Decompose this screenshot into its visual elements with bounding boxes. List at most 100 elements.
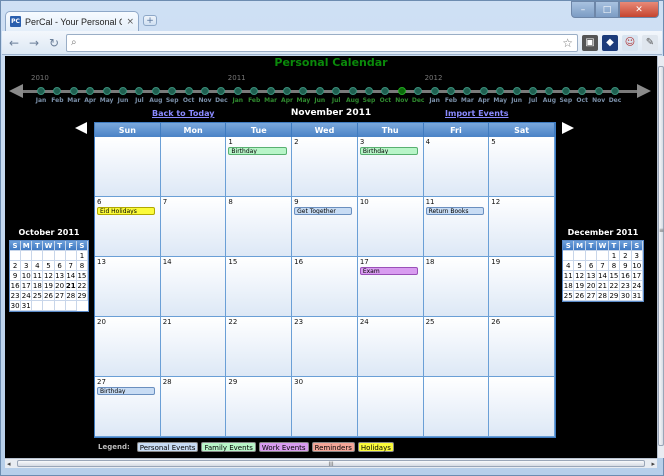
timeline-next-arrow-icon[interactable] xyxy=(637,84,651,98)
day-cell[interactable]: 11 Return Books xyxy=(423,197,490,257)
timeline-month-label[interactable]: May xyxy=(491,97,509,104)
extension-shield-icon[interactable]: ◆ xyxy=(602,34,618,51)
timeline-month-label[interactable]: Dec xyxy=(212,97,230,104)
timeline-month-dot[interactable] xyxy=(332,87,341,95)
event-item[interactable]: Birthday xyxy=(97,387,156,395)
mini-day[interactable]: 11 xyxy=(563,271,575,281)
scroll-right-icon[interactable]: ▸ xyxy=(651,460,655,468)
mini-day[interactable]: 20 xyxy=(585,281,598,291)
day-cell[interactable]: 14 xyxy=(160,257,227,317)
mini-day[interactable]: 12 xyxy=(574,271,586,281)
legend-item[interactable]: Personal Events xyxy=(136,442,199,452)
timeline-month-dot[interactable] xyxy=(250,87,259,95)
day-cell[interactable]: 26 xyxy=(489,317,555,377)
mini-day[interactable]: 4 xyxy=(563,261,575,271)
minimize-button[interactable]: – xyxy=(571,1,595,18)
timeline-month-label[interactable]: Jul xyxy=(524,97,542,104)
mini-day[interactable]: 15 xyxy=(608,271,621,281)
maximize-button[interactable]: □ xyxy=(595,1,619,18)
mini-day[interactable] xyxy=(54,301,66,311)
day-cell[interactable]: 27 Birthday xyxy=(95,377,161,437)
timeline-month-label[interactable]: Mar xyxy=(262,97,280,104)
day-cell[interactable] xyxy=(423,377,490,437)
timeline-month-label[interactable]: Jul xyxy=(130,97,148,104)
day-cell[interactable]: 20 xyxy=(95,317,161,377)
timeline-month-dot[interactable] xyxy=(397,87,406,95)
timeline-month-dot[interactable] xyxy=(430,87,439,95)
mini-day[interactable] xyxy=(43,301,55,311)
timeline-month-dot[interactable] xyxy=(496,87,505,95)
timeline-month-label[interactable]: Nov xyxy=(196,97,214,104)
mini-day[interactable]: 30 xyxy=(10,301,22,311)
timeline-month-dot[interactable] xyxy=(512,87,521,95)
day-cell[interactable] xyxy=(489,377,555,437)
mini-day[interactable]: 13 xyxy=(585,271,598,281)
timeline-month-dot[interactable] xyxy=(37,87,45,95)
mini-day[interactable]: 6 xyxy=(54,261,66,271)
timeline-month-dot[interactable] xyxy=(315,87,324,95)
back-arrow-icon[interactable]: ← xyxy=(6,35,22,51)
mini-day[interactable]: 28 xyxy=(597,291,609,301)
mini-day[interactable]: 29 xyxy=(608,291,621,301)
profile-icon[interactable]: ☺ xyxy=(622,34,638,51)
day-cell[interactable]: 13 xyxy=(95,257,161,317)
day-cell[interactable]: 15 xyxy=(226,257,293,317)
day-cell[interactable]: 28 xyxy=(160,377,227,437)
timeline-month-label[interactable]: Apr xyxy=(81,97,99,104)
timeline-month-dot[interactable] xyxy=(86,87,95,95)
mini-day[interactable] xyxy=(65,301,77,311)
mini-day[interactable]: 4 xyxy=(32,261,44,271)
mini-day[interactable]: 23 xyxy=(620,281,632,291)
timeline-month-label[interactable]: Feb xyxy=(48,97,66,104)
timeline-month-label[interactable]: Oct xyxy=(180,97,198,104)
day-cell[interactable]: 25 xyxy=(423,317,490,377)
timeline-month-label[interactable]: Feb xyxy=(245,97,263,104)
legend-item[interactable]: Reminders xyxy=(311,442,355,452)
timeline-month-label[interactable]: Nov xyxy=(393,97,411,104)
mini-day[interactable] xyxy=(32,301,44,311)
timeline-month-label[interactable]: Oct xyxy=(573,97,591,104)
day-cell[interactable]: 16 xyxy=(292,257,358,317)
mini-day[interactable]: 9 xyxy=(620,261,632,271)
event-item[interactable]: Birthday xyxy=(228,147,287,155)
mini-day[interactable]: 31 xyxy=(21,301,33,311)
day-cell[interactable]: 18 xyxy=(423,257,490,317)
mini-day[interactable]: 27 xyxy=(54,291,66,301)
day-cell[interactable] xyxy=(95,137,161,197)
mini-day[interactable]: 23 xyxy=(10,291,22,301)
mini-day[interactable]: 30 xyxy=(620,291,632,301)
legend-item[interactable]: Family Events xyxy=(201,442,256,452)
mini-day[interactable] xyxy=(65,251,77,261)
timeline-month-label[interactable]: Apr xyxy=(475,97,493,104)
event-item[interactable]: Return Books xyxy=(425,207,484,215)
timeline-month-dot[interactable] xyxy=(201,87,209,95)
day-cell[interactable]: 9 Get Together xyxy=(292,197,358,257)
day-cell[interactable]: 7 xyxy=(160,197,227,257)
vertical-scroll-thumb[interactable]: ≡ xyxy=(658,66,664,446)
mini-day[interactable]: 13 xyxy=(54,271,66,281)
mini-day[interactable]: 19 xyxy=(43,281,55,291)
mini-day[interactable]: 9 xyxy=(10,271,22,281)
day-cell[interactable]: 23 xyxy=(292,317,358,377)
bookmark-star-icon[interactable]: ☆ xyxy=(562,36,573,50)
mini-day[interactable]: 12 xyxy=(43,271,55,281)
timeline-month-dot[interactable] xyxy=(414,87,423,95)
timeline-month-dot[interactable] xyxy=(283,87,291,95)
timeline-month-label[interactable]: Sep xyxy=(360,97,378,104)
timeline-month-dot[interactable] xyxy=(266,87,275,95)
timeline-month-label[interactable]: Jun xyxy=(508,97,526,104)
mini-day[interactable] xyxy=(43,251,55,261)
day-cell[interactable]: 10 xyxy=(357,197,424,257)
timeline-month-dot[interactable] xyxy=(545,87,554,95)
timeline-month-dot[interactable] xyxy=(479,87,488,95)
timeline-month-label[interactable]: Jan xyxy=(32,97,50,104)
timeline-month-dot[interactable] xyxy=(299,87,308,95)
mini-day[interactable]: 26 xyxy=(574,291,586,301)
mini-day[interactable]: 22 xyxy=(608,281,621,291)
mini-day[interactable]: 2 xyxy=(10,261,22,271)
timeline-month-dot[interactable] xyxy=(611,87,619,95)
timeline-month-label[interactable]: Sep xyxy=(557,97,575,104)
timeline-month-dot[interactable] xyxy=(168,87,177,95)
mini-day[interactable]: 10 xyxy=(631,261,643,271)
mini-day[interactable] xyxy=(32,251,44,261)
